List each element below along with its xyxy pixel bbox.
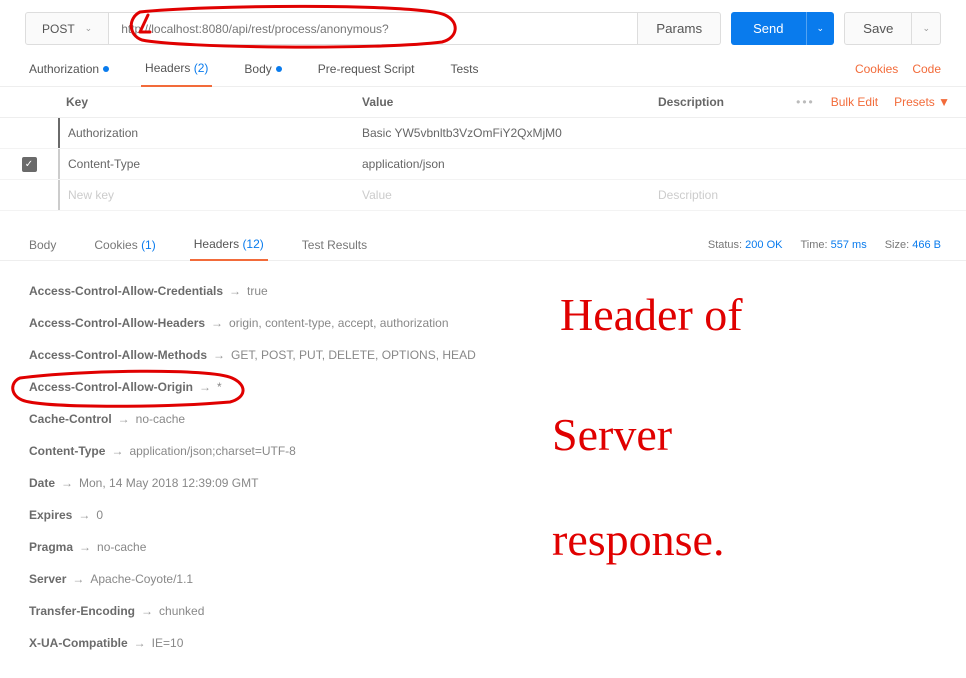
response-headers-list: Access-Control-Allow-Credentials→trueAcc… <box>0 261 966 673</box>
code-link[interactable]: Code <box>912 62 941 76</box>
arrow-icon: → <box>79 540 91 554</box>
size-meta: Size: 466 B <box>885 239 941 251</box>
arrow-icon: → <box>72 572 84 586</box>
response-header-name: Pragma <box>29 540 73 554</box>
method-label: POST <box>42 22 75 36</box>
response-header-name: Date <box>29 476 55 490</box>
response-header-value: chunked <box>159 604 204 618</box>
new-key-input[interactable]: New key <box>58 180 354 210</box>
bulk-edit-link[interactable]: Bulk Edit <box>831 95 878 109</box>
response-header-value: IE=10 <box>152 636 184 650</box>
tab-body[interactable]: Body <box>240 52 285 86</box>
column-header-value: Value <box>354 87 650 117</box>
header-desc-cell[interactable] <box>650 125 966 141</box>
response-header-row: Pragma → no-cache <box>25 531 941 563</box>
arrow-icon: → <box>211 316 223 330</box>
response-header-name: Content-Type <box>29 444 105 458</box>
tab-authorization[interactable]: Authorization <box>25 52 113 86</box>
response-header-name: Transfer-Encoding <box>29 604 135 618</box>
column-header-key: Key <box>58 87 354 117</box>
send-dropdown[interactable]: ⌄ <box>806 12 835 45</box>
cookies-link[interactable]: Cookies <box>855 62 898 76</box>
header-key-cell[interactable]: Authorization <box>58 118 354 148</box>
response-header-row: X-UA-Compatible → IE=10 <box>25 627 941 659</box>
header-row[interactable]: Authorization Basic YW5vbnltb3VzOmFiY2Qx… <box>0 118 966 149</box>
arrow-icon: → <box>213 348 225 362</box>
response-header-row: Date → Mon, 14 May 2018 12:39:09 GMT <box>25 467 941 499</box>
response-header-name: X-UA-Compatible <box>29 636 128 650</box>
arrow-icon: → <box>111 444 123 458</box>
header-value-cell[interactable]: application/json <box>354 149 650 179</box>
tab-tests[interactable]: Tests <box>446 52 482 86</box>
new-desc-input[interactable]: Description <box>650 180 966 210</box>
chevron-down-icon: ⌄ <box>85 23 93 34</box>
response-header-row: Transfer-Encoding → chunked <box>25 595 941 627</box>
response-header-row: Server → Apache-Coyote/1.1 <box>25 563 941 595</box>
arrow-icon: → <box>229 284 241 298</box>
header-row[interactable]: ✓ Content-Type application/json <box>0 149 966 180</box>
dot-indicator <box>276 66 282 72</box>
response-tab-headers[interactable]: Headers (12) <box>190 229 268 261</box>
http-method-select[interactable]: POST ⌄ <box>25 12 109 45</box>
arrow-icon: → <box>141 604 153 618</box>
column-header-description: Description <box>650 87 780 117</box>
response-header-row: Access-Control-Allow-Credentials → true <box>25 275 941 307</box>
header-value-cell[interactable]: Basic YW5vbnltb3VzOmFiY2QxMjM0 <box>354 118 650 148</box>
response-header-name: Access-Control-Allow-Origin <box>29 380 193 394</box>
header-key-cell[interactable]: Content-Type <box>58 149 354 179</box>
send-button[interactable]: Send <box>731 12 805 45</box>
tab-headers[interactable]: Headers (2) <box>141 51 212 87</box>
tab-pre-request-script[interactable]: Pre-request Script <box>314 52 419 86</box>
response-header-row: Content-Type → application/json;charset=UT… <box>25 435 941 467</box>
params-button[interactable]: Params <box>638 12 721 45</box>
response-header-value: origin, content-type, accept, authorizat… <box>229 316 448 330</box>
response-tab-cookies[interactable]: Cookies (1) <box>90 230 159 260</box>
time-meta: Time: 557 ms <box>800 239 866 251</box>
status-meta: Status: 200 OK <box>708 239 783 251</box>
new-value-input[interactable]: Value <box>354 180 650 210</box>
response-tab-body[interactable]: Body <box>25 230 60 260</box>
arrow-icon: → <box>61 476 73 490</box>
chevron-down-icon: ⌄ <box>817 23 825 33</box>
response-header-value: true <box>247 284 268 298</box>
arrow-icon: → <box>134 636 146 650</box>
arrow-icon: → <box>78 508 90 522</box>
response-header-value: GET, POST, PUT, DELETE, OPTIONS, HEAD <box>231 348 476 362</box>
response-header-name: Access-Control-Allow-Methods <box>29 348 207 362</box>
save-button[interactable]: Save <box>844 12 912 45</box>
response-header-row: Access-Control-Allow-Origin → * <box>25 371 941 403</box>
response-header-name: Expires <box>29 508 72 522</box>
response-header-row: Access-Control-Allow-Methods → GET, POST, … <box>25 339 941 371</box>
response-header-value: Mon, 14 May 2018 12:39:09 GMT <box>79 476 258 490</box>
header-desc-cell[interactable] <box>650 156 966 172</box>
more-icon[interactable]: ••• <box>796 95 815 109</box>
response-header-value: * <box>217 380 222 394</box>
save-dropdown[interactable]: ⌄ <box>912 12 941 45</box>
response-header-value: Apache-Coyote/1.1 <box>90 572 193 586</box>
url-input[interactable] <box>109 12 638 45</box>
response-header-row: Access-Control-Allow-Headers → origin, con… <box>25 307 941 339</box>
response-tab-test-results[interactable]: Test Results <box>298 230 371 260</box>
arrow-icon: → <box>118 412 130 426</box>
response-header-name: Access-Control-Allow-Credentials <box>29 284 223 298</box>
dot-indicator <box>103 66 109 72</box>
response-header-row: Expires → 0 <box>25 499 941 531</box>
presets-dropdown[interactable]: Presets ▼ <box>894 95 950 109</box>
response-header-value: no-cache <box>97 540 146 554</box>
response-header-value: application/json;charset=UTF-8 <box>129 444 295 458</box>
response-header-name: Server <box>29 572 66 586</box>
checkbox-icon[interactable]: ✓ <box>22 157 37 172</box>
response-header-name: Access-Control-Allow-Headers <box>29 316 205 330</box>
response-header-name: Cache-Control <box>29 412 112 426</box>
response-header-row: Cache-Control → no-cache <box>25 403 941 435</box>
response-header-value: no-cache <box>136 412 185 426</box>
chevron-down-icon: ⌄ <box>922 23 930 33</box>
response-header-value: 0 <box>96 508 103 522</box>
arrow-icon: → <box>199 380 211 394</box>
header-row-new[interactable]: New key Value Description <box>0 180 966 211</box>
